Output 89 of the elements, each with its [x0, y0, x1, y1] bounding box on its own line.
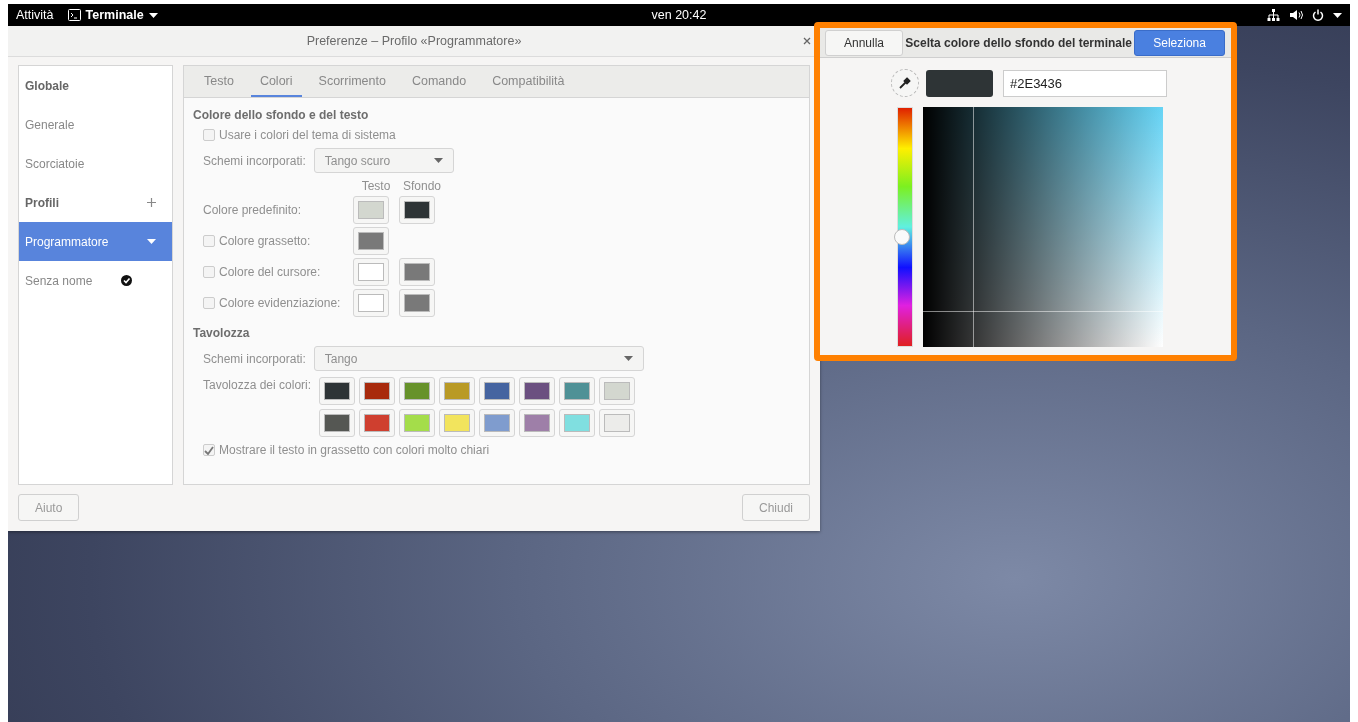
app-menu[interactable]: Terminale	[67, 8, 158, 22]
select-button[interactable]: Seleziona	[1134, 29, 1225, 56]
section-label: Profili	[25, 195, 59, 210]
item-label: Generale	[25, 117, 75, 132]
section-label: Globale	[25, 78, 69, 93]
clock[interactable]: ven 20:42	[651, 8, 707, 22]
color-swatch[interactable]	[399, 377, 436, 405]
color-swatch[interactable]	[359, 409, 396, 437]
caret-icon	[623, 356, 633, 361]
close-button[interactable]: Chiudi	[741, 494, 810, 521]
caret-icon	[148, 12, 158, 18]
sidebar-item[interactable]: Scorciatoie	[19, 144, 172, 183]
checkmark-icon	[204, 445, 214, 455]
sidebar-item[interactable]: Programmatore	[19, 222, 172, 261]
color-swatch[interactable]	[353, 196, 389, 224]
hex-input[interactable]: #2E3436	[1003, 69, 1167, 97]
field-label: Schemi incorporati:	[203, 352, 306, 366]
tab[interactable]: Compatibilità	[483, 66, 574, 97]
profile-name: Programmatore	[25, 234, 109, 249]
checkbox-label: Colore grassetto:	[219, 234, 311, 248]
color-swatch[interactable]	[319, 409, 356, 437]
tab[interactable]: Colori	[250, 66, 302, 97]
color-swatch[interactable]	[319, 377, 356, 405]
color-swatch[interactable]	[353, 227, 389, 255]
checkbox[interactable]	[203, 266, 215, 278]
checkbox-label: Colore evidenziazione:	[219, 296, 341, 310]
eyedropper-button[interactable]	[891, 69, 919, 97]
app-menu-label: Terminale	[85, 8, 144, 22]
color-swatch[interactable]	[399, 289, 435, 317]
color-swatch[interactable]	[559, 409, 596, 437]
color-swatch[interactable]	[399, 409, 436, 437]
tab[interactable]: Testo	[195, 66, 243, 97]
tab[interactable]: Scorrimento	[309, 66, 395, 97]
scheme-dropdown[interactable]: Tango	[313, 346, 644, 371]
color-swatch[interactable]	[439, 377, 476, 405]
color-swatch[interactable]	[479, 409, 516, 437]
checkbox[interactable]	[203, 129, 215, 141]
checkbox[interactable]	[203, 444, 215, 456]
color-swatch[interactable]	[599, 409, 636, 437]
color-swatch[interactable]	[479, 377, 516, 405]
caret-icon	[433, 158, 443, 163]
help-button[interactable]: Aiuto	[18, 494, 80, 521]
slider-thumb[interactable]	[894, 228, 910, 245]
color-swatch[interactable]	[519, 409, 556, 437]
power-icon	[1312, 9, 1324, 21]
column-header: Testo	[360, 179, 392, 193]
color-preview	[926, 69, 993, 97]
close-icon	[803, 37, 811, 45]
sidebar-item[interactable]: Senza nome	[19, 261, 172, 300]
color-swatch[interactable]	[399, 196, 435, 224]
checkbox[interactable]	[203, 235, 215, 247]
item-label: Scorciatoie	[25, 156, 85, 171]
checkbox[interactable]	[203, 297, 215, 309]
field-label: Colore predefinito:	[203, 203, 302, 217]
window-title: Preferenze – Profilo «Programmatore»	[306, 34, 522, 48]
tab[interactable]: Comando	[402, 66, 476, 97]
column-header: Sfondo	[401, 179, 442, 193]
color-swatch[interactable]	[359, 377, 396, 405]
eyedropper-icon	[899, 77, 911, 89]
network-icon	[1267, 9, 1280, 21]
cancel-button[interactable]: Annulla	[825, 29, 904, 56]
plus-icon	[147, 198, 156, 207]
caret-icon	[1333, 12, 1342, 18]
color-swatch[interactable]	[599, 377, 636, 405]
scheme-dropdown[interactable]: Tango scuro	[313, 148, 454, 173]
color-swatch[interactable]	[353, 289, 389, 317]
field-label: Schemi incorporati:	[203, 154, 306, 168]
profile-name: Senza nome	[25, 273, 93, 288]
color-swatch[interactable]	[399, 258, 435, 286]
dropdown-value: Tango	[324, 351, 358, 366]
checkbox-label: Usare i colori del tema di sistema	[219, 128, 396, 142]
color-swatch[interactable]	[353, 258, 389, 286]
section-title: Tavolozza	[193, 326, 251, 340]
checkbox-label: Mostrare il testo in grassetto con colori molto chiari	[219, 443, 490, 457]
volume-icon	[1289, 9, 1303, 21]
color-swatch[interactable]	[519, 377, 556, 405]
dialog-title: Scelta colore dello sfondo del terminale	[905, 35, 1132, 50]
color-swatch[interactable]	[439, 409, 476, 437]
field-label: Tavolozza dei colori:	[203, 378, 312, 392]
terminal-icon	[67, 9, 81, 21]
caret-icon	[147, 239, 156, 244]
dropdown-value: Tango scuro	[324, 153, 391, 168]
color-swatch[interactable]	[559, 377, 596, 405]
system-menu[interactable]	[1267, 9, 1342, 21]
section-title: Colore dello sfondo e del testo	[193, 108, 370, 122]
sidebar-item[interactable]: Generale	[19, 105, 172, 144]
activities-button[interactable]: Attività	[16, 8, 54, 22]
checkbox-label: Colore del cursore:	[219, 265, 321, 279]
saturation-value-plane[interactable]	[923, 107, 1163, 347]
